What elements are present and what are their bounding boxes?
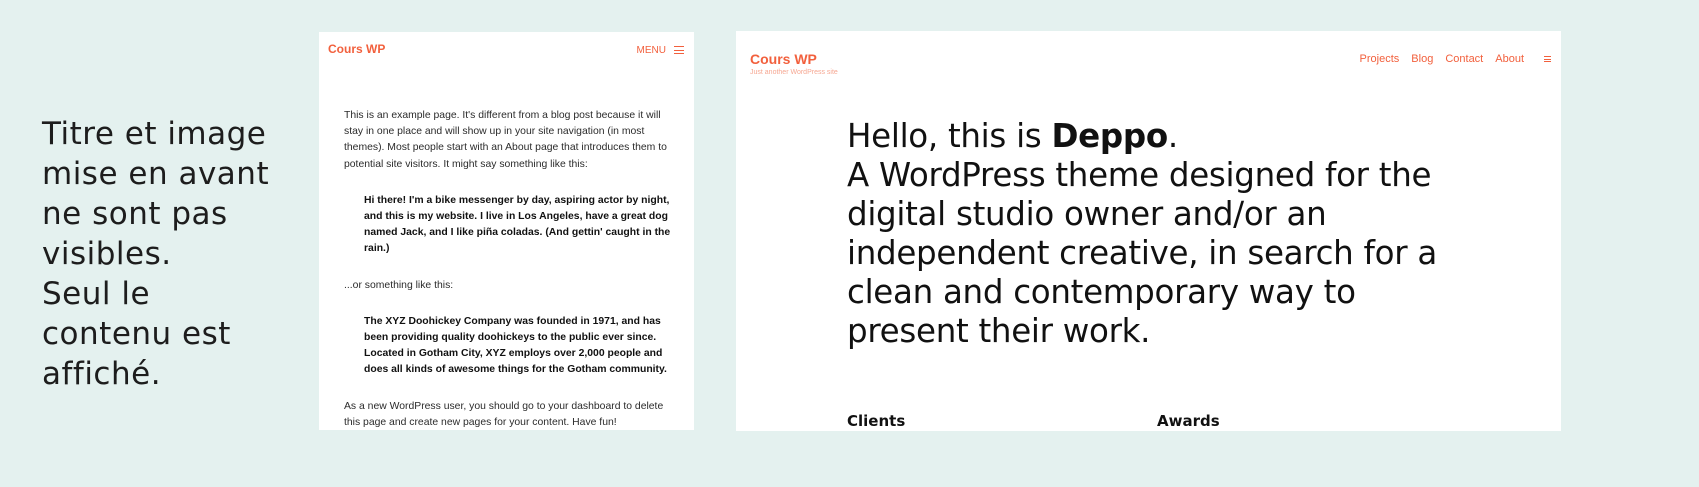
hero-line: present their work.: [847, 312, 1151, 350]
caption-line: contenu est: [42, 316, 231, 352]
hero-intro: Hello, this is: [847, 117, 1052, 155]
site-title-link[interactable]: Cours WP: [750, 51, 817, 67]
caption-line: affiché.: [42, 356, 162, 392]
content-paragraph: ...or something like this:: [344, 279, 454, 291]
hero-intro-end: .: [1167, 117, 1178, 155]
site-tagline: Just another WordPress site: [750, 69, 838, 76]
hero-theme-name: Deppo: [1051, 117, 1168, 155]
menu-button[interactable]: MENU: [637, 44, 684, 56]
hero-intro-line: Hello, this is Deppo.: [847, 117, 1467, 156]
hero-text: Hello, this is Deppo. A WordPress theme …: [847, 117, 1467, 351]
caption-line: visibles.: [42, 236, 172, 272]
hero-line: independent creative, in search for a: [847, 234, 1437, 272]
nav-link-about[interactable]: About: [1495, 53, 1524, 65]
content-quote: Hi there! I'm a bike messenger by day, a…: [364, 194, 671, 255]
clients-heading: Clients: [847, 412, 906, 430]
mobile-preview: Cours WP MENU This is an example page. I…: [319, 32, 694, 430]
caption-line: mise en avant: [42, 156, 270, 192]
caption-line: ne sont pas: [42, 196, 228, 232]
nav-link-projects[interactable]: Projects: [1360, 53, 1400, 65]
primary-nav: Projects Blog Contact About: [1360, 53, 1551, 65]
content-paragraph: As a new WordPress user, you should go t…: [344, 400, 664, 428]
nav-link-blog[interactable]: Blog: [1411, 53, 1433, 65]
hero-line: clean and contemporary way to: [847, 273, 1356, 311]
hero-line: A WordPress theme designed for the: [847, 156, 1432, 194]
hero-line: digital studio owner and/or an: [847, 195, 1327, 233]
menu-label: MENU: [636, 44, 666, 56]
desktop-preview: Cours WP Just another WordPress site Pro…: [736, 31, 1561, 431]
site-title-link[interactable]: Cours WP: [328, 42, 385, 56]
nav-link-contact[interactable]: Contact: [1445, 53, 1483, 65]
caption-line: Titre et image: [42, 116, 267, 152]
hamburger-icon: [674, 44, 684, 56]
page-content: This is an example page. It's different …: [344, 108, 674, 430]
caption-text: Titre et image mise en avant ne sont pas…: [42, 114, 292, 394]
caption-line: Seul le: [42, 276, 151, 312]
content-quote: The XYZ Doohickey Company was founded in…: [364, 315, 667, 376]
hamburger-icon[interactable]: [1544, 54, 1551, 63]
awards-heading: Awards: [1157, 412, 1220, 430]
content-paragraph: This is an example page. It's different …: [344, 110, 667, 170]
